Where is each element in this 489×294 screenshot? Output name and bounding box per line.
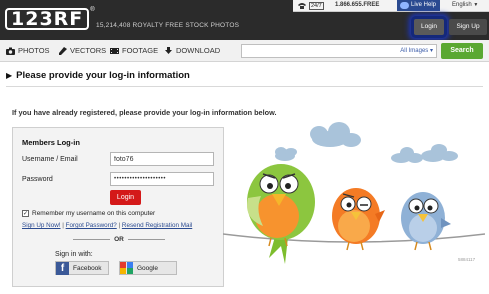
remember-label: Remember my username on this computer bbox=[32, 210, 156, 217]
top-bar: 123RF ® 15,214,408 ROYALTY FREE STOCK PH… bbox=[0, 0, 489, 40]
birds-illustration bbox=[223, 122, 485, 264]
cloud bbox=[421, 144, 458, 162]
signup-button[interactable]: Sign Up bbox=[449, 19, 487, 35]
signin-with-label: Sign in with: bbox=[55, 251, 93, 258]
cloud bbox=[391, 147, 423, 163]
panel-title: Members Log-in bbox=[22, 138, 80, 147]
nav-label: VECTORS bbox=[70, 46, 107, 55]
nav-item-footage[interactable]: FOOTAGE bbox=[110, 46, 158, 55]
or-divider: OR bbox=[73, 236, 165, 243]
image-id: 5884117 bbox=[458, 257, 476, 262]
facebook-icon: f bbox=[56, 261, 69, 275]
submit-login-button[interactable]: Login bbox=[110, 190, 141, 205]
or-label: OR bbox=[114, 236, 124, 243]
support-badge: 24/7 bbox=[309, 2, 324, 10]
nav-label: FOOTAGE bbox=[122, 46, 159, 55]
pen-icon bbox=[59, 46, 67, 55]
page-title: ▶ Please provide your log-in information bbox=[6, 70, 190, 81]
nav-item-download[interactable]: DOWNLOAD bbox=[164, 46, 220, 55]
chevron-down-icon: ▼ bbox=[473, 2, 479, 8]
utility-bar: 24/7 1.866.655.FREE Live Help English ▼ bbox=[293, 0, 489, 12]
download-icon bbox=[165, 46, 172, 54]
password-field[interactable] bbox=[110, 172, 214, 186]
forgot-password-link[interactable]: Forgot Password? bbox=[66, 222, 117, 229]
language-selector[interactable]: English ▼ bbox=[452, 2, 478, 8]
logo-text: 123RF bbox=[5, 8, 90, 30]
password-label: Password bbox=[22, 176, 53, 183]
or-line bbox=[73, 239, 111, 240]
remember-checkbox[interactable]: ✓ bbox=[22, 210, 29, 217]
nav-label: DOWNLOAD bbox=[176, 46, 221, 55]
google-label: Google bbox=[137, 264, 158, 272]
green-bird bbox=[247, 164, 315, 264]
login-button[interactable]: Login bbox=[414, 19, 444, 35]
camera-icon bbox=[6, 47, 15, 55]
resend-mail-link[interactable]: Resend Registration Mail bbox=[122, 222, 192, 229]
remember-me[interactable]: ✓ Remember my username on this computer bbox=[22, 210, 155, 217]
live-help-button[interactable]: Live Help bbox=[397, 0, 441, 11]
cloud bbox=[275, 147, 297, 161]
account-links: Sign Up Now! | Forgot Password? | Resend… bbox=[22, 222, 192, 229]
search-scope-label: All Images bbox=[400, 48, 429, 54]
page-title-text: Please provide your log-in information bbox=[16, 70, 190, 81]
orange-bird bbox=[332, 188, 385, 251]
phone-icon bbox=[298, 3, 306, 9]
cloud bbox=[310, 122, 361, 147]
google-login-button[interactable]: Google bbox=[119, 261, 177, 275]
film-icon bbox=[110, 47, 119, 54]
search-button[interactable]: Search bbox=[441, 43, 483, 59]
nav-item-photos[interactable]: PHOTOS bbox=[6, 46, 50, 55]
arrow-right-icon: ▶ bbox=[6, 71, 13, 80]
phone-number[interactable]: 1.866.655.FREE bbox=[335, 2, 379, 8]
chat-icon bbox=[400, 2, 409, 9]
intro-text: If you have already registered, please p… bbox=[12, 108, 277, 117]
tagline: 15,214,408 ROYALTY FREE STOCK PHOTOS bbox=[96, 22, 240, 29]
logo[interactable]: 123RF ® bbox=[5, 7, 95, 31]
facebook-label: Facebook bbox=[73, 264, 102, 272]
link-separator: | bbox=[118, 222, 121, 229]
username-field[interactable] bbox=[110, 152, 214, 166]
nav-item-vectors[interactable]: VECTORS bbox=[58, 46, 106, 55]
nav-label: PHOTOS bbox=[18, 46, 50, 55]
signup-now-link[interactable]: Sign Up Now! bbox=[22, 222, 61, 229]
divider bbox=[6, 86, 483, 87]
nav-bar: PHOTOS VECTORS FOOTAGE DOWNLOAD All Imag… bbox=[0, 40, 489, 62]
link-separator: | bbox=[62, 222, 64, 229]
registered-mark: ® bbox=[90, 7, 95, 13]
search-input[interactable] bbox=[242, 45, 392, 57]
login-panel: Members Log-in Username / Email Password… bbox=[12, 127, 224, 287]
username-label: Username / Email bbox=[22, 156, 78, 163]
chevron-down-icon: ▾ bbox=[429, 48, 433, 54]
live-help-label: Live Help bbox=[411, 2, 437, 8]
google-icon bbox=[120, 262, 133, 274]
facebook-login-button[interactable]: f Facebook bbox=[55, 261, 109, 275]
language-label: English bbox=[452, 2, 472, 8]
search-box: All Images ▾ bbox=[241, 44, 437, 58]
search-scope-select[interactable]: All Images ▾ bbox=[400, 47, 433, 54]
or-line bbox=[127, 239, 165, 240]
